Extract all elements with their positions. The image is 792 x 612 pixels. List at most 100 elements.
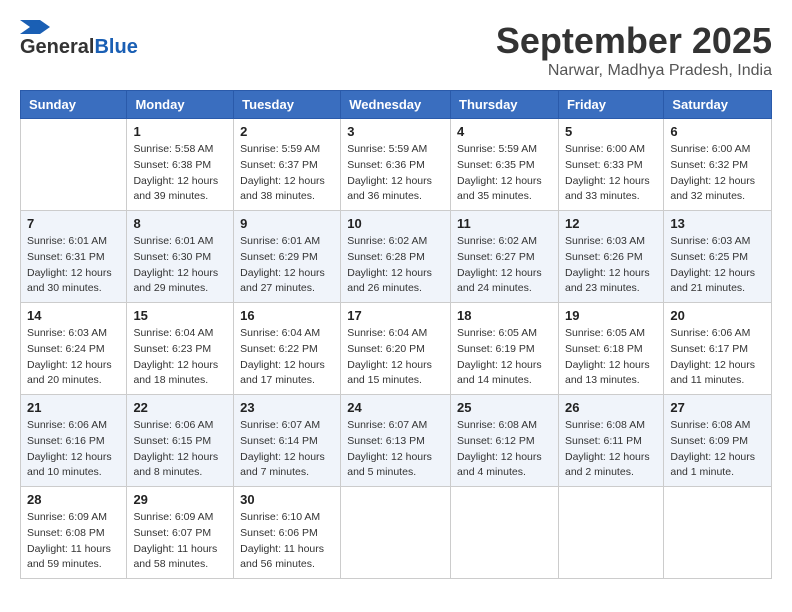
day-info: Sunrise: 6:06 AM Sunset: 6:15 PM Dayligh… xyxy=(133,418,227,481)
location: Narwar, Madhya Pradesh, India xyxy=(496,62,772,80)
day-info: Sunrise: 6:03 AM Sunset: 6:25 PM Dayligh… xyxy=(670,234,765,297)
day-info: Sunrise: 6:07 AM Sunset: 6:13 PM Dayligh… xyxy=(347,418,444,481)
day-info: Sunrise: 6:04 AM Sunset: 6:22 PM Dayligh… xyxy=(240,326,334,389)
day-info: Sunrise: 6:03 AM Sunset: 6:26 PM Dayligh… xyxy=(565,234,657,297)
calendar-week-row: 1 Sunrise: 5:58 AM Sunset: 6:38 PM Daylig… xyxy=(21,119,772,211)
day-number: 23 xyxy=(240,400,334,415)
day-info: Sunrise: 6:03 AM Sunset: 6:24 PM Dayligh… xyxy=(27,326,120,389)
day-number: 11 xyxy=(457,216,552,231)
calendar-week-row: 7 Sunrise: 6:01 AM Sunset: 6:31 PM Daylig… xyxy=(21,211,772,303)
day-info: Sunrise: 6:06 AM Sunset: 6:17 PM Dayligh… xyxy=(670,326,765,389)
calendar-cell: 29Sunrise: 6:09 AM Sunset: 6:07 PM Dayli… xyxy=(127,487,234,579)
weekday-header: Monday xyxy=(127,91,234,119)
day-number: 28 xyxy=(27,492,120,507)
day-info: Sunrise: 5:59 AM Sunset: 6:36 PM Dayligh… xyxy=(347,142,444,205)
calendar-cell: 8Sunrise: 6:01 AM Sunset: 6:30 PM Daylig… xyxy=(127,211,234,303)
calendar-cell: 18 Sunrise: 6:05 AM Sunset: 6:19 PM Dayli… xyxy=(451,303,559,395)
calendar-cell: 7 Sunrise: 6:01 AM Sunset: 6:31 PM Daylig… xyxy=(21,211,127,303)
calendar-cell: 16Sunrise: 6:04 AM Sunset: 6:22 PM Dayli… xyxy=(234,303,341,395)
calendar-cell: 26 Sunrise: 6:08 AM Sunset: 6:11 PM Dayli… xyxy=(558,395,663,487)
day-number: 10 xyxy=(347,216,444,231)
day-number: 20 xyxy=(670,308,765,323)
calendar-cell: 13 Sunrise: 6:03 AM Sunset: 6:25 PM Dayli… xyxy=(664,211,772,303)
calendar-cell: 2 Sunrise: 5:59 AM Sunset: 6:37 PM Daylig… xyxy=(234,119,341,211)
day-info: Sunrise: 6:04 AM Sunset: 6:23 PM Dayligh… xyxy=(133,326,227,389)
weekday-header: Friday xyxy=(558,91,663,119)
day-info: Sunrise: 6:00 AM Sunset: 6:32 PM Dayligh… xyxy=(670,142,765,205)
calendar-cell: 6 Sunrise: 6:00 AM Sunset: 6:32 PM Daylig… xyxy=(664,119,772,211)
calendar-cell: 22 Sunrise: 6:06 AM Sunset: 6:15 PM Dayli… xyxy=(127,395,234,487)
day-info: Sunrise: 5:59 AM Sunset: 6:37 PM Dayligh… xyxy=(240,142,334,205)
calendar-week-row: 28 Sunrise: 6:09 AM Sunset: 6:08 PM Dayli… xyxy=(21,487,772,579)
day-number: 13 xyxy=(670,216,765,231)
calendar-cell: 1 Sunrise: 5:58 AM Sunset: 6:38 PM Daylig… xyxy=(127,119,234,211)
day-info: Sunrise: 6:00 AM Sunset: 6:33 PM Dayligh… xyxy=(565,142,657,205)
calendar-cell xyxy=(664,487,772,579)
calendar-week-row: 14 Sunrise: 6:03 AM Sunset: 6:24 PM Dayli… xyxy=(21,303,772,395)
calendar-body: 1 Sunrise: 5:58 AM Sunset: 6:38 PM Daylig… xyxy=(21,119,772,579)
day-number: 17 xyxy=(347,308,444,323)
day-number: 25 xyxy=(457,400,552,415)
calendar-cell: 21Sunrise: 6:06 AM Sunset: 6:16 PM Dayli… xyxy=(21,395,127,487)
day-number: 22 xyxy=(133,400,227,415)
day-number: 6 xyxy=(670,124,765,139)
day-info: Sunrise: 6:04 AM Sunset: 6:20 PM Dayligh… xyxy=(347,326,444,389)
logo: General Blue xyxy=(20,20,138,59)
day-number: 27 xyxy=(670,400,765,415)
calendar-cell: 11Sunrise: 6:02 AM Sunset: 6:27 PM Dayli… xyxy=(451,211,559,303)
day-info: Sunrise: 6:08 AM Sunset: 6:12 PM Dayligh… xyxy=(457,418,552,481)
weekday-header: Wednesday xyxy=(341,91,451,119)
day-number: 1 xyxy=(133,124,227,139)
day-info: Sunrise: 6:09 AM Sunset: 6:08 PM Dayligh… xyxy=(27,510,120,573)
calendar-cell: 5 Sunrise: 6:00 AM Sunset: 6:33 PM Daylig… xyxy=(558,119,663,211)
calendar-cell: 27 Sunrise: 6:08 AM Sunset: 6:09 PM Dayli… xyxy=(664,395,772,487)
calendar-cell: 9 Sunrise: 6:01 AM Sunset: 6:29 PM Daylig… xyxy=(234,211,341,303)
weekday-header: Sunday xyxy=(21,91,127,119)
day-number: 2 xyxy=(240,124,334,139)
day-number: 30 xyxy=(240,492,334,507)
day-number: 14 xyxy=(27,308,120,323)
calendar-cell: 28 Sunrise: 6:09 AM Sunset: 6:08 PM Dayli… xyxy=(21,487,127,579)
day-number: 4 xyxy=(457,124,552,139)
calendar-cell: 3 Sunrise: 5:59 AM Sunset: 6:36 PM Daylig… xyxy=(341,119,451,211)
day-info: Sunrise: 6:01 AM Sunset: 6:29 PM Dayligh… xyxy=(240,234,334,297)
day-number: 9 xyxy=(240,216,334,231)
weekday-header: Thursday xyxy=(451,91,559,119)
title-block: September 2025 Narwar, Madhya Pradesh, I… xyxy=(496,20,772,80)
day-info: Sunrise: 6:10 AM Sunset: 6:06 PM Dayligh… xyxy=(240,510,334,573)
calendar-cell: 15Sunrise: 6:04 AM Sunset: 6:23 PM Dayli… xyxy=(127,303,234,395)
day-info: Sunrise: 6:02 AM Sunset: 6:28 PM Dayligh… xyxy=(347,234,444,297)
calendar-cell: 25 Sunrise: 6:08 AM Sunset: 6:12 PM Dayli… xyxy=(451,395,559,487)
day-info: Sunrise: 6:05 AM Sunset: 6:19 PM Dayligh… xyxy=(457,326,552,389)
calendar-table: SundayMondayTuesdayWednesdayThursdayFrid… xyxy=(20,90,772,579)
calendar-cell: 4Sunrise: 5:59 AM Sunset: 6:35 PM Daylig… xyxy=(451,119,559,211)
day-number: 3 xyxy=(347,124,444,139)
day-info: Sunrise: 6:08 AM Sunset: 6:09 PM Dayligh… xyxy=(670,418,765,481)
page-header: General Blue September 2025 Narwar, Madh… xyxy=(20,20,772,80)
day-number: 21 xyxy=(27,400,120,415)
calendar-cell xyxy=(558,487,663,579)
weekday-header: Saturday xyxy=(664,91,772,119)
day-number: 5 xyxy=(565,124,657,139)
calendar-cell: 20 Sunrise: 6:06 AM Sunset: 6:17 PM Dayli… xyxy=(664,303,772,395)
logo-text-blue: Blue xyxy=(94,36,137,59)
calendar-cell xyxy=(21,119,127,211)
calendar-cell: 30 Sunrise: 6:10 AM Sunset: 6:06 PM Dayli… xyxy=(234,487,341,579)
day-number: 26 xyxy=(565,400,657,415)
day-number: 18 xyxy=(457,308,552,323)
day-number: 19 xyxy=(565,308,657,323)
day-info: Sunrise: 6:08 AM Sunset: 6:11 PM Dayligh… xyxy=(565,418,657,481)
calendar-cell: 19Sunrise: 6:05 AM Sunset: 6:18 PM Dayli… xyxy=(558,303,663,395)
calendar-cell: 10 Sunrise: 6:02 AM Sunset: 6:28 PM Dayli… xyxy=(341,211,451,303)
day-info: Sunrise: 6:01 AM Sunset: 6:31 PM Dayligh… xyxy=(27,234,120,297)
day-info: Sunrise: 5:58 AM Sunset: 6:38 PM Dayligh… xyxy=(133,142,227,205)
logo-icon xyxy=(20,20,50,34)
day-number: 7 xyxy=(27,216,120,231)
calendar-cell: 12 Sunrise: 6:03 AM Sunset: 6:26 PM Dayli… xyxy=(558,211,663,303)
day-number: 12 xyxy=(565,216,657,231)
calendar-cell xyxy=(451,487,559,579)
day-info: Sunrise: 6:07 AM Sunset: 6:14 PM Dayligh… xyxy=(240,418,334,481)
calendar-cell: 17 Sunrise: 6:04 AM Sunset: 6:20 PM Dayli… xyxy=(341,303,451,395)
calendar-cell: 23 Sunrise: 6:07 AM Sunset: 6:14 PM Dayli… xyxy=(234,395,341,487)
calendar-cell: 14 Sunrise: 6:03 AM Sunset: 6:24 PM Dayli… xyxy=(21,303,127,395)
